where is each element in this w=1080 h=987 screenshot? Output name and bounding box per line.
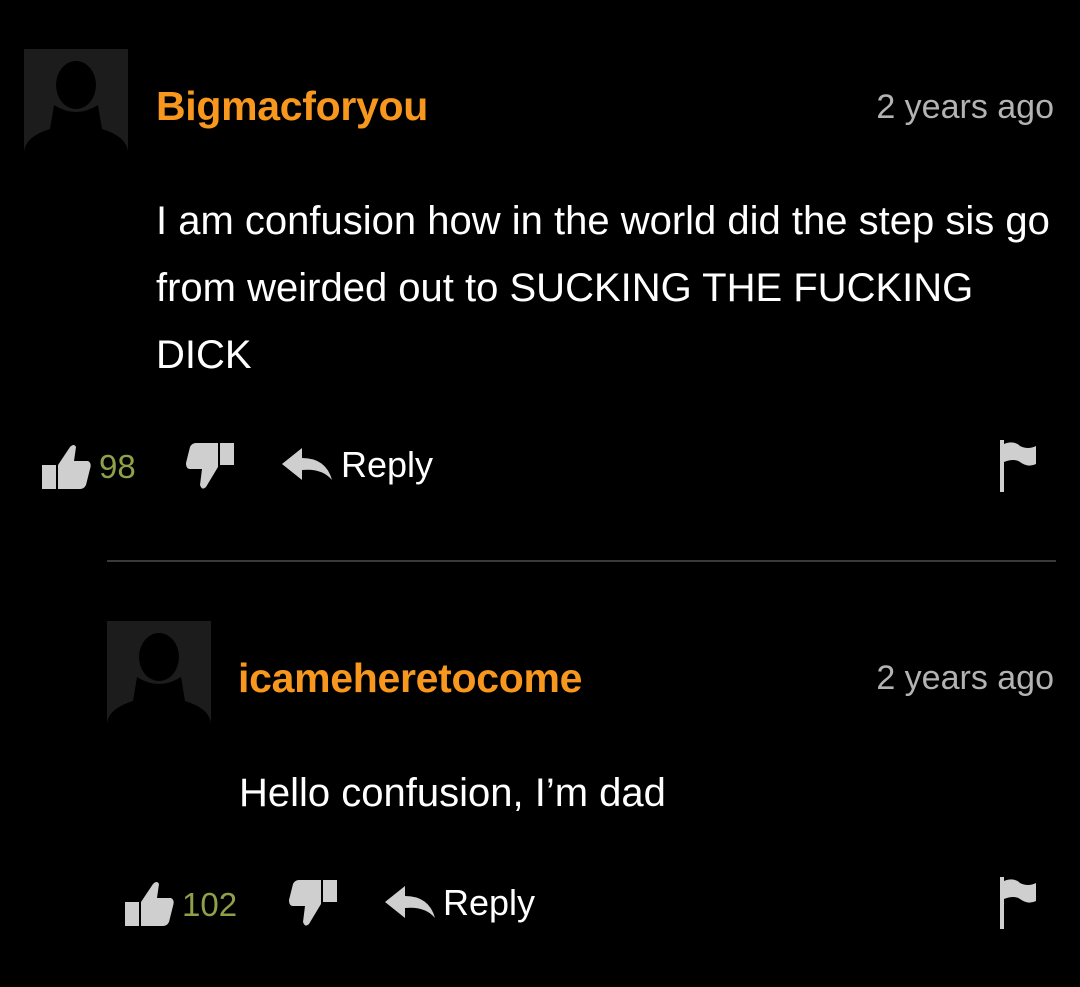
flag-icon[interactable] [998,440,1038,492]
reply-arrow-icon[interactable] [282,446,332,484]
avatar-silhouette-icon [24,49,128,153]
like-count: 98 [99,448,136,485]
avatar[interactable] [24,49,128,153]
reply-button[interactable]: Reply [341,444,433,486]
thumbs-up-icon[interactable] [123,878,175,928]
reply-button[interactable]: Reply [443,882,535,924]
timestamp: 2 years ago [876,659,1054,697]
reply-arrow-icon[interactable] [385,884,435,922]
comment-text: I am confusion how in the world did the … [156,199,1050,377]
thumbs-down-icon[interactable] [289,878,339,930]
divider [107,560,1056,562]
like-count: 102 [182,886,238,923]
timestamp: 2 years ago [876,88,1054,126]
avatar[interactable] [107,621,211,725]
avatar-silhouette-icon [107,621,211,725]
username[interactable]: icameheretocome [238,655,582,702]
comment-actions: 102 Reply [0,872,1080,932]
flag-icon[interactable] [998,877,1038,929]
comment-actions: 98 Reply [0,436,1080,496]
comment-text: Hello confusion, I’m dad [239,771,666,815]
username[interactable]: Bigmacforyou [156,83,428,130]
thumbs-up-icon[interactable] [40,441,92,491]
thumbs-down-icon[interactable] [186,441,236,493]
